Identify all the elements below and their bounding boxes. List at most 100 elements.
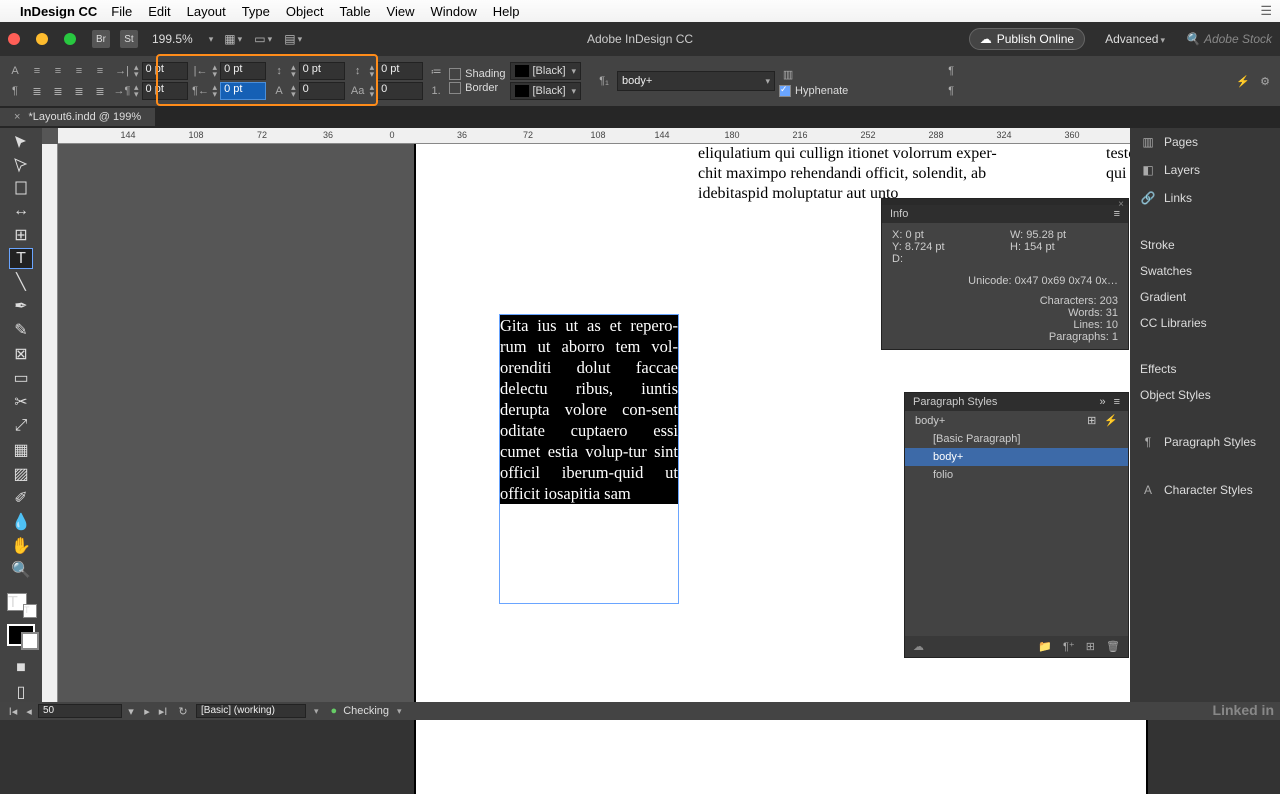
columns-icon[interactable]: ▥ bbox=[779, 65, 797, 83]
settings-icon[interactable]: ⚙ bbox=[1256, 72, 1274, 90]
menu-layout[interactable]: Layout bbox=[187, 4, 226, 19]
next-page-icon[interactable]: ▸ bbox=[140, 705, 154, 718]
window-minimize[interactable] bbox=[36, 33, 48, 45]
baseline-grid-icon[interactable]: ¶ bbox=[942, 82, 960, 100]
panel-stroke[interactable]: Stroke bbox=[1130, 232, 1280, 258]
menu-object[interactable]: Object bbox=[286, 4, 324, 19]
menu-table[interactable]: Table bbox=[339, 4, 370, 19]
quick-apply-icon[interactable]: ⚡ bbox=[1104, 415, 1118, 427]
space-before-field[interactable]: 0 pt bbox=[299, 62, 345, 80]
gap-tool[interactable]: ↔ bbox=[10, 202, 32, 221]
free-transform-tool[interactable]: ⤢ bbox=[10, 416, 32, 435]
menu-view[interactable]: View bbox=[387, 4, 415, 19]
last-page-icon[interactable]: ▸I bbox=[156, 705, 170, 718]
stock-icon[interactable]: St bbox=[120, 30, 138, 48]
menu-help[interactable]: Help bbox=[493, 4, 520, 19]
stepper[interactable]: ▴▾ bbox=[291, 64, 296, 78]
direct-selection-tool[interactable] bbox=[10, 155, 32, 174]
panel-pages[interactable]: ▥Pages bbox=[1130, 128, 1280, 156]
panel-swatches[interactable]: Swatches bbox=[1130, 258, 1280, 284]
pen-tool[interactable]: ✒ bbox=[10, 296, 32, 316]
fill-stroke-swap[interactable] bbox=[7, 624, 35, 646]
chevron-down-icon[interactable]: ▾ bbox=[314, 706, 319, 717]
bullets-icon[interactable]: ≔ bbox=[427, 62, 445, 80]
rectangle-frame-tool[interactable]: ⊠ bbox=[10, 344, 32, 364]
numbers-icon[interactable]: 1. bbox=[427, 82, 445, 100]
justify-right-icon[interactable]: ≣ bbox=[70, 82, 88, 100]
cc-sync-icon[interactable]: ☁ bbox=[913, 640, 924, 653]
stepper[interactable]: ▴▾ bbox=[134, 64, 139, 78]
preflight-status-icon[interactable]: ● bbox=[331, 705, 338, 717]
hand-tool[interactable]: ✋ bbox=[10, 536, 32, 556]
bridge-icon[interactable]: Br bbox=[92, 30, 110, 48]
scissors-tool[interactable]: ✂ bbox=[10, 392, 32, 412]
selected-text[interactable]: Gita ius ut as et repero-rum ut aborro t… bbox=[500, 315, 678, 504]
align-right-icon[interactable]: ≡ bbox=[70, 62, 88, 80]
panel-paragraphstyles[interactable]: ¶Paragraph Styles bbox=[1130, 428, 1280, 456]
shading-checkbox[interactable] bbox=[449, 68, 461, 80]
firstline-indent-field[interactable]: 0 pt bbox=[142, 82, 188, 100]
open-icon[interactable]: ↻ bbox=[176, 705, 190, 718]
close-icon[interactable]: × bbox=[14, 111, 20, 123]
chevron-down-icon[interactable]: ▾ bbox=[124, 705, 138, 718]
panel-cclibraries[interactable]: CC Libraries bbox=[1130, 310, 1280, 336]
stepper[interactable]: ▴▾ bbox=[134, 84, 139, 98]
panel-layers[interactable]: ◧Layers bbox=[1130, 156, 1280, 184]
menu-type[interactable]: Type bbox=[242, 4, 270, 19]
border-checkbox[interactable] bbox=[449, 82, 461, 94]
delete-style-icon[interactable]: 🗑 bbox=[1106, 641, 1120, 653]
panel-objectstyles[interactable]: Object Styles bbox=[1130, 382, 1280, 408]
align-left-icon[interactable]: ≡ bbox=[28, 62, 46, 80]
chevron-down-icon[interactable]: ▾ bbox=[397, 706, 402, 717]
left-indent-field[interactable]: 0 pt bbox=[142, 62, 188, 80]
panel-menu-icon[interactable]: ≡ bbox=[1114, 396, 1120, 408]
zoom-level[interactable]: 199.5% bbox=[148, 30, 197, 48]
first-page-icon[interactable]: I◂ bbox=[6, 705, 20, 718]
character-mode-icon[interactable]: A bbox=[6, 62, 24, 80]
paragraph-style-dropdown[interactable]: body+▾ bbox=[617, 71, 775, 91]
dropcap-lines-field[interactable]: 0 bbox=[299, 82, 345, 100]
type-tool[interactable]: T bbox=[10, 249, 32, 268]
menu-edit[interactable]: Edit bbox=[148, 4, 170, 19]
prev-page-icon[interactable]: ◂ bbox=[22, 705, 36, 718]
baseline-none-icon[interactable]: ¶ bbox=[942, 62, 960, 80]
stepper[interactable]: ▴▾ bbox=[370, 84, 375, 98]
align-justify-icon[interactable]: ≡ bbox=[91, 62, 109, 80]
style-item[interactable]: [Basic Paragraph] bbox=[905, 430, 1128, 448]
close-icon[interactable]: × bbox=[1118, 199, 1124, 205]
note-tool[interactable]: ✐ bbox=[10, 488, 32, 508]
collapse-icon[interactable]: » bbox=[1099, 396, 1105, 408]
doc-tab[interactable]: × *Layout6.indd @ 199% bbox=[0, 108, 155, 126]
workspace-switcher[interactable]: Advanced▾ bbox=[1105, 32, 1165, 46]
stepper[interactable]: ▴▾ bbox=[370, 64, 375, 78]
zoom-tool[interactable]: 🔍 bbox=[10, 560, 32, 580]
window-close[interactable] bbox=[8, 33, 20, 45]
line-tool[interactable]: ╲ bbox=[10, 272, 32, 292]
panel-menu-icon[interactable]: ≡ bbox=[1114, 208, 1120, 220]
horizontal-ruler[interactable]: 144 108 72 36 0 36 72 108 144 180 216 25… bbox=[58, 128, 1280, 144]
justify-center-icon[interactable]: ≣ bbox=[49, 82, 67, 100]
gradient-swatch-tool[interactable]: ▦ bbox=[10, 440, 32, 460]
gradient-feather-tool[interactable]: ▨ bbox=[10, 464, 32, 484]
right-indent-field[interactable]: 0 pt bbox=[220, 62, 266, 80]
preflight-profile[interactable]: [Basic] (working) bbox=[196, 704, 306, 718]
view-options-icon[interactable]: ▦▾ bbox=[223, 30, 243, 48]
selection-tool[interactable] bbox=[10, 132, 32, 151]
border-swatch[interactable]: [Black]▾ bbox=[510, 82, 582, 100]
quick-apply-icon[interactable]: ⚡ bbox=[1234, 72, 1252, 90]
text-frame[interactable]: Gita ius ut as et repero-rum ut aborro t… bbox=[499, 314, 679, 604]
screenmode-icon[interactable]: ▯ bbox=[10, 682, 32, 702]
pencil-tool[interactable]: ✎ bbox=[10, 320, 32, 340]
style-item[interactable]: folio bbox=[905, 466, 1128, 484]
justify-left-icon[interactable]: ≣ bbox=[28, 82, 46, 100]
menu-icon[interactable]: ☰ bbox=[1260, 3, 1272, 19]
stepper[interactable]: ▴▾ bbox=[213, 84, 218, 98]
screen-mode-icon[interactable]: ▭▾ bbox=[253, 30, 273, 48]
menu-file[interactable]: File bbox=[111, 4, 132, 19]
apply-color-icon[interactable]: ■ bbox=[10, 659, 32, 678]
rectangle-tool[interactable]: ▭ bbox=[10, 368, 32, 388]
panel-links[interactable]: 🔗Links bbox=[1130, 184, 1280, 212]
eyedropper-tool[interactable]: 💧 bbox=[10, 512, 32, 532]
align-center-icon[interactable]: ≡ bbox=[49, 62, 67, 80]
publish-online-button[interactable]: ☁Publish Online bbox=[969, 28, 1085, 50]
